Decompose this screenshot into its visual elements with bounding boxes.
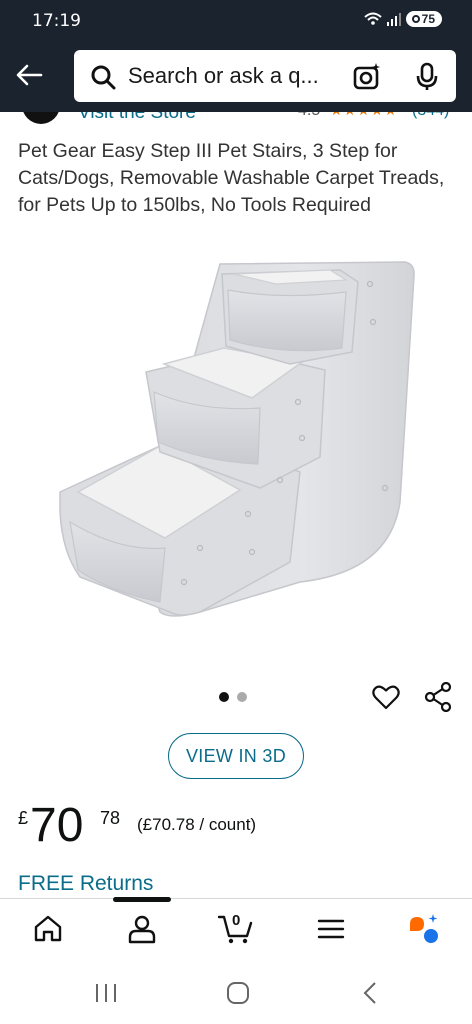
visit-store-link[interactable]: Visit the Store	[78, 112, 196, 124]
home-icon[interactable]	[31, 912, 65, 946]
back-system-icon[interactable]	[362, 981, 378, 1005]
search-icon	[91, 65, 116, 90]
store-logo	[22, 112, 60, 124]
wifi-icon	[363, 12, 382, 25]
rating-stars[interactable]: ★★★★★	[330, 112, 398, 119]
account-icon[interactable]	[125, 912, 159, 946]
review-count-link[interactable]: (344)	[412, 112, 449, 120]
wishlist-heart-icon[interactable]	[372, 684, 400, 710]
status-bar: 17:19 75	[0, 0, 472, 44]
rating-value: 4.5	[298, 112, 320, 120]
signal-icon	[386, 13, 401, 26]
system-nav-bar	[0, 962, 472, 1024]
cart-count: 0	[232, 912, 241, 929]
free-returns-link[interactable]: FREE Returns	[18, 872, 153, 896]
store-rating-row: Visit the Store 4.5 ★★★★★ (344)	[0, 112, 472, 126]
search-bar[interactable]: Search or ask a q...	[74, 50, 456, 102]
price-fraction: 78	[100, 808, 121, 828]
status-time: 17:19	[32, 11, 81, 31]
search-input[interactable]: Search or ask a q...	[128, 63, 319, 89]
carousel-dot[interactable]	[237, 692, 247, 702]
menu-icon[interactable]	[314, 912, 348, 946]
nav-divider	[0, 898, 472, 899]
product-title: Pet Gear Easy Step III Pet Stairs, 3 Ste…	[18, 140, 445, 216]
battery-indicator: 75	[405, 11, 442, 27]
microphone-icon[interactable]	[414, 62, 440, 92]
rufus-assistant-icon[interactable]	[406, 912, 440, 946]
share-icon[interactable]	[424, 682, 452, 712]
product-image[interactable]	[40, 252, 440, 662]
app-header: 17:19 75 Search or ask a q...	[0, 0, 472, 112]
price-currency: £	[18, 808, 29, 828]
image-carousel-dots[interactable]	[219, 692, 247, 702]
recent-apps-icon[interactable]	[94, 982, 118, 1004]
unit-price: (£70.78 / count)	[137, 815, 257, 834]
battery-saver-icon	[411, 15, 420, 23]
back-arrow-icon[interactable]	[14, 60, 44, 90]
bottom-nav: 0	[0, 900, 472, 962]
status-icons: 75	[363, 11, 442, 27]
view-in-3d-button[interactable]: VIEW IN 3D	[168, 733, 304, 779]
home-system-icon[interactable]	[226, 981, 250, 1005]
cart-button[interactable]: 0	[217, 912, 257, 946]
battery-level: 75	[421, 12, 435, 26]
camera-search-icon[interactable]	[352, 62, 382, 92]
carousel-dot-active[interactable]	[219, 692, 229, 702]
price-whole: 70	[30, 799, 84, 852]
